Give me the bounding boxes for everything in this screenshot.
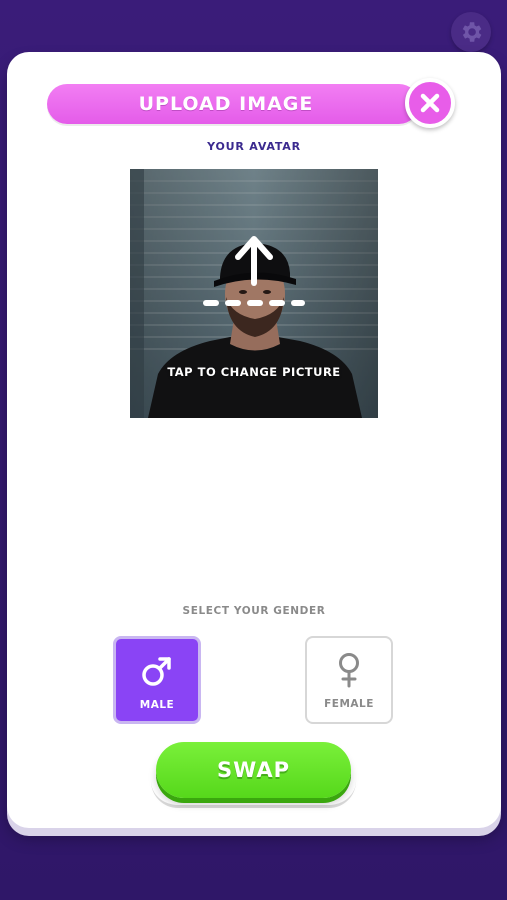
modal-title-bar: UPLOAD IMAGE [47, 84, 419, 124]
avatar-label: YOUR AVATAR [207, 140, 301, 153]
avatar-picture[interactable]: TAP TO CHANGE PICTURE [130, 169, 378, 418]
swap-button-label: SWAP [217, 758, 290, 782]
male-icon [140, 653, 174, 689]
upload-arrow-icon [203, 236, 305, 306]
modal-title: UPLOAD IMAGE [138, 93, 314, 115]
gender-female-label: FEMALE [324, 698, 374, 710]
upload-image-modal: UPLOAD IMAGE YOUR AVATAR TAP TO CHANGE P… [7, 52, 501, 828]
gear-icon [462, 22, 482, 42]
screen: UPLOAD IMAGE YOUR AVATAR TAP TO CHANGE P… [0, 0, 507, 900]
gender-male-label: MALE [139, 699, 175, 711]
gender-label: SELECT YOUR GENDER [182, 605, 326, 617]
gender-male-button[interactable]: MALE [113, 636, 201, 724]
close-icon [420, 93, 440, 113]
gender-female-button[interactable]: FEMALE [305, 636, 393, 724]
settings-button[interactable] [451, 12, 491, 52]
female-icon [334, 652, 364, 688]
close-button[interactable] [405, 78, 455, 128]
tap-to-change-text: TAP TO CHANGE PICTURE [167, 365, 341, 379]
swap-button[interactable]: SWAP [156, 742, 351, 798]
